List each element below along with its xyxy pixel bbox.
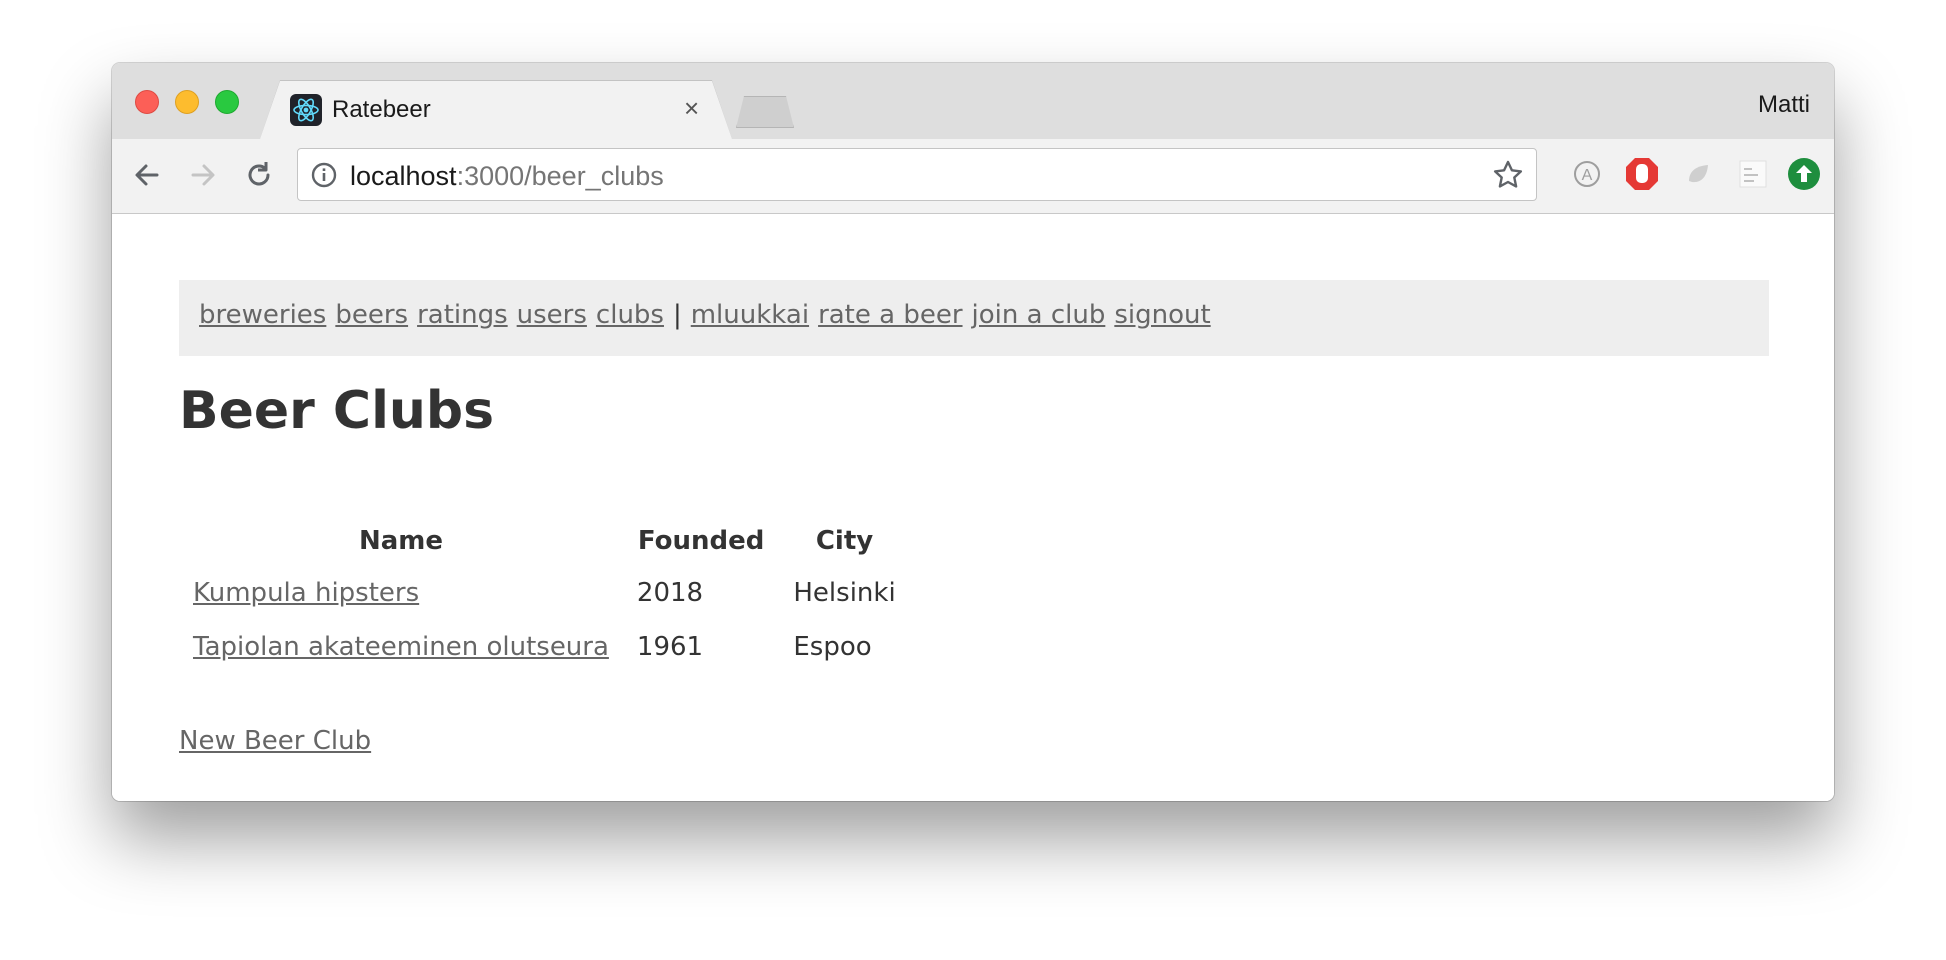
table-row: Kumpula hipsters 2018 Helsinki [179, 566, 910, 620]
header-founded: Founded [637, 526, 765, 556]
page-content: breweries beers ratings users clubs | mluukkai… [112, 214, 1834, 801]
header-city: City [815, 526, 874, 556]
info-icon[interactable] [310, 161, 338, 189]
nav-users-link[interactable]: users [517, 300, 587, 330]
site-navbar: breweries beers ratings users clubs | mluukkai… [179, 280, 1769, 356]
profile-name[interactable]: Matti [1758, 91, 1810, 119]
page-title: Beer Clubs [179, 381, 495, 441]
table-header-row: Name Founded City [179, 516, 910, 566]
nav-join-club-link[interactable]: join a club [972, 300, 1106, 330]
window-close-button[interactable] [135, 90, 159, 114]
nav-beers-link[interactable]: beers [335, 300, 408, 330]
new-tab-button[interactable] [736, 96, 794, 128]
nav-signout-link[interactable]: signout [1114, 300, 1210, 330]
svg-text:A: A [1582, 167, 1593, 184]
tab-close-icon[interactable]: × [684, 95, 699, 121]
back-arrow-icon[interactable] [130, 158, 164, 192]
notes-icon[interactable] [1734, 155, 1772, 193]
window-minimize-button[interactable] [175, 90, 199, 114]
shield-icon[interactable] [1679, 155, 1717, 193]
tab-ratebeer[interactable] [260, 81, 732, 139]
club-city-cell: Helsinki [793, 578, 896, 608]
nav-clubs-link[interactable]: clubs [596, 300, 664, 330]
translate-icon[interactable]: A [1568, 155, 1606, 193]
tab-title: Ratebeer [332, 96, 431, 123]
browser-toolbar: localhost:3000/beer_clubs A [112, 139, 1834, 214]
club-link[interactable]: Kumpula hipsters [193, 578, 419, 608]
url-text[interactable]: localhost:3000/beer_clubs [350, 161, 664, 192]
react-icon [290, 94, 322, 126]
url-host: localhost [350, 161, 457, 191]
club-city-cell: Espoo [793, 632, 872, 662]
address-bar[interactable]: localhost:3000/beer_clubs [297, 148, 1537, 201]
nav-links: breweries beers ratings users clubs | mluukkai… [199, 300, 1220, 330]
beer-clubs-table: Name Founded City Kumpula hipsters 2018 … [179, 516, 910, 674]
forward-arrow-icon[interactable] [186, 158, 220, 192]
upload-icon[interactable] [1785, 155, 1823, 193]
club-founded-cell: 2018 [636, 578, 704, 608]
browser-window: Ratebeer × Matti localhost:3000/beer_clu… [112, 63, 1834, 801]
nav-separator: | [672, 300, 682, 330]
nav-ratings-link[interactable]: ratings [417, 300, 508, 330]
club-name-cell: Kumpula hipsters [179, 566, 623, 620]
nav-user-link[interactable]: mluukkai [691, 300, 809, 330]
reload-icon[interactable] [242, 158, 276, 192]
header-name: Name [358, 526, 443, 556]
nav-breweries-link[interactable]: breweries [199, 300, 326, 330]
new-beer-club-link[interactable]: New Beer Club [179, 726, 371, 756]
title-bar: Ratebeer × Matti [112, 63, 1834, 139]
window-maximize-button[interactable] [215, 90, 239, 114]
club-name-cell: Tapiolan akateeminen olutseura [179, 620, 623, 674]
url-path: :3000/beer_clubs [456, 161, 664, 191]
star-icon[interactable] [1492, 159, 1524, 191]
club-founded-cell: 1961 [636, 632, 704, 662]
table-row: Tapiolan akateeminen olutseura 1961 Espo… [179, 620, 910, 674]
nav-rate-beer-link[interactable]: rate a beer [818, 300, 962, 330]
club-link[interactable]: Tapiolan akateeminen olutseura [193, 632, 609, 662]
adblock-icon[interactable] [1623, 155, 1661, 193]
